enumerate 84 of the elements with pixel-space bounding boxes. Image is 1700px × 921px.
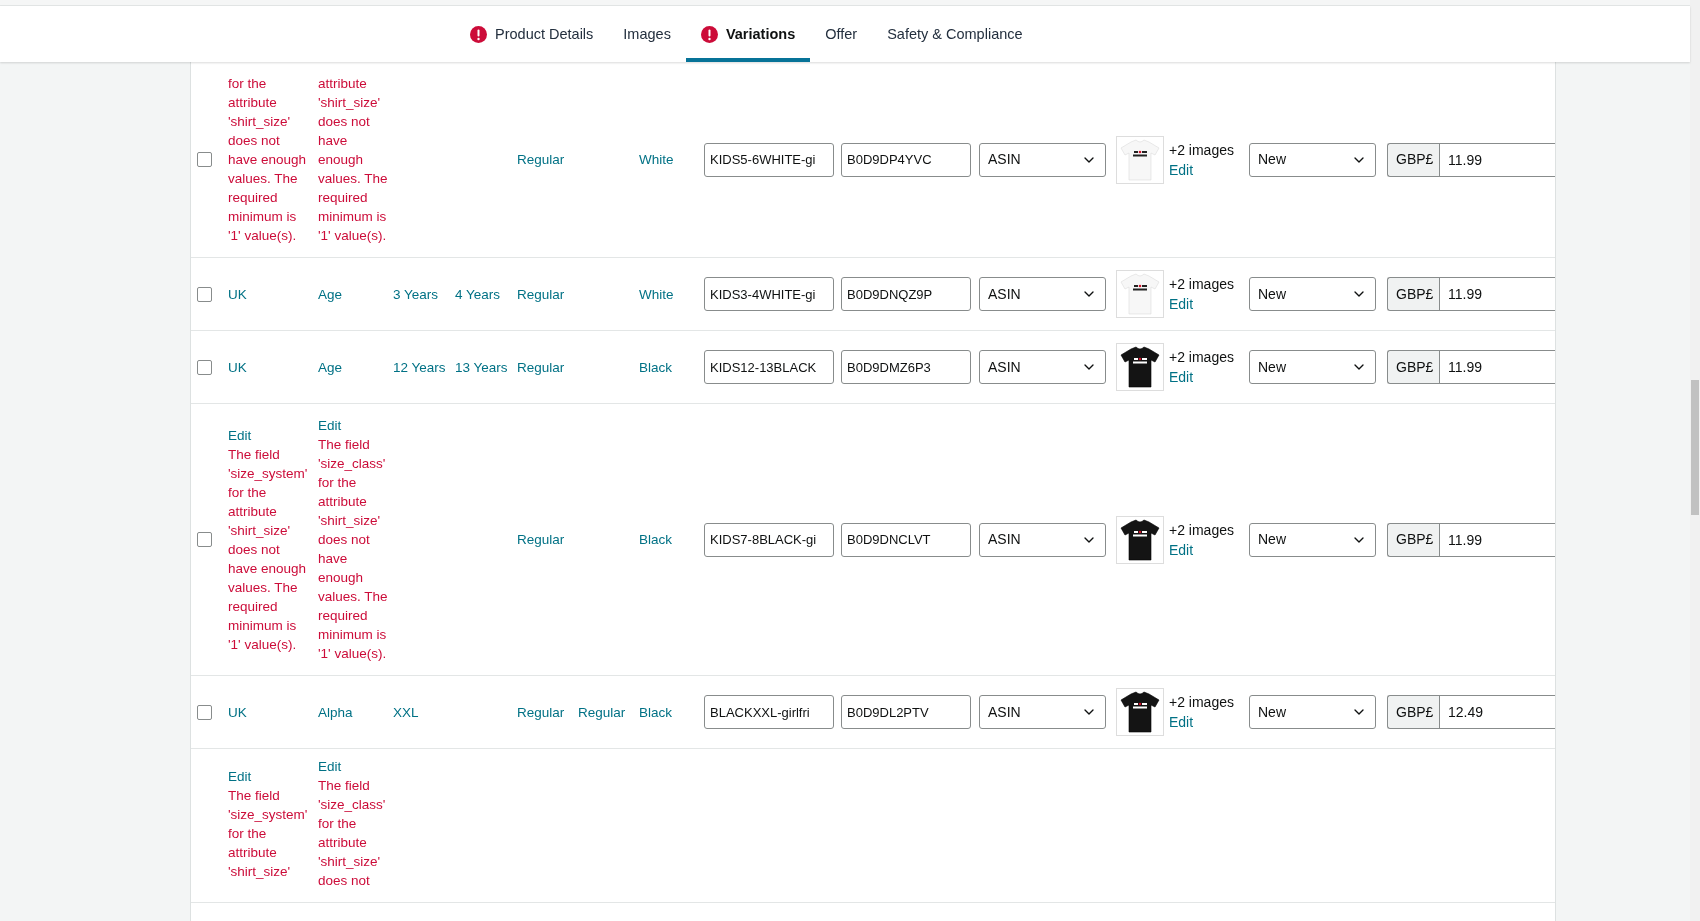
attribute-link[interactable]: Age [318,284,389,304]
error-message: The field 'size_system' for the attribute 'shirt_size' [228,786,309,881]
attribute-link[interactable]: Black [639,530,700,549]
attribute-link[interactable]: Black [639,702,700,722]
checkbox[interactable] [197,704,212,720]
edit-link[interactable]: Edit [1169,539,1249,560]
checkbox[interactable] [197,152,212,167]
tab[interactable]: Images [608,6,686,62]
attribute-link[interactable]: Regular [517,357,574,377]
tab[interactable]: Safety & Compliance [872,6,1038,62]
attribute-link[interactable]: UK [228,284,310,304]
price-field[interactable]: 11.99 [1439,277,1555,311]
sku-field[interactable]: KIDS3-4WHITE-gi [704,277,834,311]
id-type-select[interactable]: ASIN [979,277,1106,311]
condition-select[interactable]: New [1249,695,1376,729]
scrollbar[interactable] [1690,0,1700,921]
attribute-link[interactable]: 12 Years [393,357,451,377]
id-type-select[interactable]: ASIN [979,142,1106,177]
edit-link[interactable]: Edit [1169,159,1249,180]
product-id-field[interactable]: B0D9DP4YVC [841,142,971,177]
image-count: +2 images [1169,520,1235,540]
error-icon [700,25,718,43]
id-type-select[interactable]: ASIN [979,695,1106,729]
error-message: The field 'size_class' for the attribute 'shirt_size' does not have enough values. The required minimum is '1' value(s). [318,436,389,663]
checkbox[interactable] [197,532,212,547]
attribute-link[interactable]: Regular [517,150,574,169]
image-count: +2 images [1169,348,1235,367]
id-type-select[interactable]: ASIN [979,350,1106,384]
product-id-field[interactable]: B0D9DNQZ9P [841,277,971,311]
currency-prefix: GBP£ [1387,277,1439,311]
image-count: +2 images [1169,275,1235,294]
id-type-select[interactable]: ASIN [979,522,1106,557]
condition-select[interactable]: New [1249,142,1376,177]
attribute-link[interactable]: UK [228,357,310,377]
currency-prefix: GBP£ [1387,142,1439,177]
attribute-link[interactable]: Age [318,357,389,377]
sku-field[interactable]: KIDS5-6WHITE-gi [704,142,834,177]
tab[interactable]: Product Details [455,6,609,62]
attribute-link[interactable]: Regular [517,702,574,722]
sku-field[interactable]: BLACKXXL-girlfri [704,695,834,729]
attribute-link[interactable]: Alpha [318,702,389,722]
attribute-link[interactable]: 13 Years [455,357,513,377]
edit-link[interactable]: Edit [228,425,310,445]
attribute-link[interactable]: 4 Years [455,284,513,304]
currency-prefix: GBP£ [1387,522,1439,557]
checkbox[interactable] [197,359,212,375]
attribute-link[interactable]: UK [228,702,310,722]
attribute-link[interactable]: White [639,150,700,169]
attribute-link[interactable]: XXL [393,702,451,722]
attribute-link[interactable]: White [639,284,700,304]
edit-link[interactable]: Edit [1169,294,1249,314]
error-message: for the attribute 'shirt_size' does not have enough values. The required minimum is '1' value(s). [228,75,308,245]
attribute-link[interactable]: Regular [517,284,574,304]
error-message: The field 'size_class' for the attribute 'shirt_size' does not [318,777,387,890]
price-field[interactable]: 11.99 [1439,522,1555,557]
error-icon [470,25,487,43]
edit-link[interactable]: Edit [318,416,389,435]
attribute-link[interactable]: Regular [517,530,574,549]
price-field[interactable]: 11.99 [1439,142,1555,177]
attribute-link[interactable]: 3 Years [393,284,451,304]
tab[interactable]: Offer [810,6,873,62]
price-field[interactable]: 11.99 [1439,350,1555,384]
product-id-field[interactable]: B0D9DMZ6P3 [841,350,971,384]
price-field[interactable]: 12.49 [1439,695,1555,729]
image-count: +2 images [1169,140,1235,160]
product-id-field[interactable]: B0D9DL2PTV [841,695,971,729]
edit-link[interactable]: Edit [318,757,389,776]
currency-prefix: GBP£ [1387,695,1439,729]
image-count: +2 images [1169,693,1235,712]
product-id-field[interactable]: B0D9DNCLVT [841,522,971,557]
condition-select[interactable]: New [1249,522,1376,557]
sku-field[interactable]: KIDS12-13BLACK [704,350,834,384]
attribute-link[interactable]: Black [639,357,700,377]
sku-field[interactable]: KIDS7-8BLACK-gi [704,522,834,557]
currency-prefix: GBP£ [1387,350,1439,384]
checkbox[interactable] [197,286,212,302]
edit-link[interactable]: Edit [1169,367,1249,387]
condition-select[interactable]: New [1249,277,1376,311]
error-message: attribute 'shirt_size' does not have enough values. The required minimum is '1' value(s). [318,75,389,245]
condition-select[interactable]: New [1249,350,1376,384]
edit-link[interactable]: Edit [1169,712,1249,732]
error-message: The field 'size_system' for the attribute 'shirt_size' does not have enough values. The required minimum is '1' value(s). [228,445,309,654]
edit-link[interactable]: Edit [228,766,310,786]
attribute-link[interactable]: Regular [578,702,635,722]
